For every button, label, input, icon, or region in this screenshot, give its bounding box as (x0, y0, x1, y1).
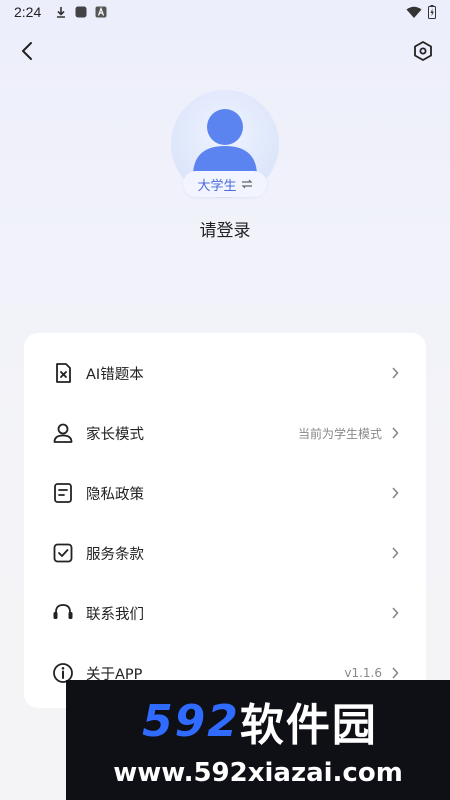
watermark-url: www.592xiazai.com (113, 758, 403, 788)
top-nav (0, 30, 450, 70)
person-icon (50, 420, 76, 446)
login-link[interactable]: 请登录 (0, 216, 450, 241)
menu-item-contact-us[interactable]: 联系我们 (24, 583, 426, 643)
profile-avatar-area: 大学生 (171, 90, 279, 198)
menu-card: AI错题本 家长模式 当前为学生模式 隐私政策 服务条款 联系我们 关于APP … (24, 333, 426, 708)
square-icon (75, 6, 87, 18)
a-badge-icon (95, 6, 107, 18)
chevron-right-icon (390, 607, 400, 619)
swap-icon (241, 179, 252, 189)
watermark-logo-text: 软件园 (239, 700, 378, 751)
menu-item-ai-error-book[interactable]: AI错题本 (24, 343, 426, 403)
battery-icon (428, 5, 436, 19)
settings-button[interactable] (410, 38, 436, 64)
headset-icon (50, 600, 76, 626)
menu-item-terms-of-service[interactable]: 服务条款 (24, 523, 426, 583)
status-bar: 2:24 (0, 0, 450, 24)
menu-label: 联系我们 (86, 606, 144, 623)
role-label: 大学生 (197, 178, 237, 194)
role-switch-badge[interactable]: 大学生 (183, 171, 267, 197)
error-book-icon (50, 360, 76, 386)
status-notification-icons (55, 6, 107, 18)
chevron-right-icon (390, 547, 400, 559)
menu-item-privacy-policy[interactable]: 隐私政策 (24, 463, 426, 523)
app-version: v1.1.6 (344, 666, 382, 680)
download-icon (57, 7, 66, 18)
document-icon (50, 480, 76, 506)
watermark-logo-number: 592 (142, 695, 240, 747)
menu-label: 家长模式 (86, 426, 144, 443)
menu-label: 隐私政策 (86, 486, 144, 503)
menu-label: 服务条款 (86, 546, 144, 563)
chevron-right-icon (390, 667, 400, 679)
status-time: 2:24 (14, 4, 42, 20)
chevron-right-icon (390, 487, 400, 499)
checkbox-icon (50, 540, 76, 566)
watermark-overlay: 592 软件园 www.592xiazai.com (66, 680, 450, 800)
back-button[interactable] (14, 38, 40, 64)
menu-item-parent-mode[interactable]: 家长模式 当前为学生模式 (24, 403, 426, 463)
wifi-icon (406, 6, 422, 18)
menu-label: AI错题本 (86, 366, 144, 383)
watermark-logo: 592 软件园 (80, 692, 440, 752)
chevron-right-icon (390, 367, 400, 379)
status-system-icons (406, 5, 436, 19)
chevron-right-icon (390, 427, 400, 439)
back-arrow-icon (22, 42, 32, 60)
menu-value: 当前为学生模式 (297, 426, 382, 441)
hex-gear-icon (414, 41, 432, 61)
